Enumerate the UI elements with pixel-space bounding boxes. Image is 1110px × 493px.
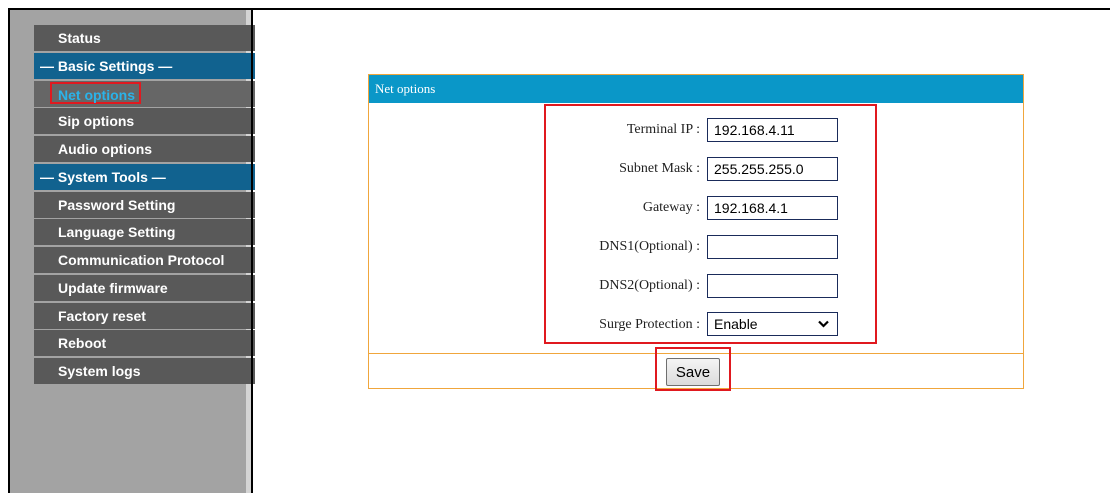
dns2-input[interactable] <box>707 274 838 298</box>
sidebar-item-label: Status <box>58 30 101 46</box>
sidebar-item-status[interactable]: Status <box>34 25 255 51</box>
sidebar-item-update-firmware[interactable]: Update firmware <box>34 274 255 301</box>
subnet-mask-label: Subnet Mask : <box>619 161 700 176</box>
surge-protection-value: Enable <box>714 316 758 332</box>
sidebar-item-label: Sip options <box>58 113 135 130</box>
sidebar-section-system-tools: — System Tools — <box>34 163 255 190</box>
sidebar-item-system-logs[interactable]: System logs <box>34 358 255 384</box>
save-button[interactable]: Save <box>666 358 720 386</box>
dns2-label: DNS2(Optional) : <box>599 278 700 293</box>
subnet-mask-input[interactable] <box>707 157 838 181</box>
sidebar-item-label-active: Net options <box>50 81 141 104</box>
sidebar-item-audio-options[interactable]: Audio options <box>34 136 255 162</box>
surge-protection-label: Surge Protection : <box>599 317 700 332</box>
sidebar-item-label: Factory reset <box>58 307 146 324</box>
sidebar-item-password-setting[interactable]: Password Setting <box>34 191 255 218</box>
sidebar-menu: Status — Basic Settings — Net options Si… <box>34 25 255 386</box>
sidebar-item-label: Password Setting <box>58 196 176 213</box>
dns1-input[interactable] <box>707 235 838 259</box>
sidebar-item-label: Communication Protocol <box>58 252 225 268</box>
sidebar-item-communication-protocol[interactable]: Communication Protocol <box>34 247 255 273</box>
gateway-input[interactable] <box>707 196 838 220</box>
dns1-label: DNS1(Optional) : <box>599 239 700 254</box>
sidebar-item-language-setting[interactable]: Language Setting <box>34 219 255 246</box>
sidebar-item-reboot[interactable]: Reboot <box>34 330 255 357</box>
sidebar-item-label: Update firmware <box>58 279 168 296</box>
chevron-down-icon <box>818 320 829 328</box>
terminal-ip-input[interactable] <box>707 118 838 142</box>
sidebar-item-label: Language Setting <box>58 224 176 241</box>
terminal-ip-label: Terminal IP : <box>626 122 700 137</box>
sidebar-section-label: — Basic Settings — <box>40 57 173 74</box>
sidebar-item-label: System logs <box>58 363 141 379</box>
sidebar-section-basic-settings: — Basic Settings — <box>34 52 255 79</box>
sidebar-section-label: — System Tools — <box>40 168 166 185</box>
sidebar-item-label: Audio options <box>58 141 153 157</box>
sidebar-item-net-options[interactable]: Net options <box>34 80 255 107</box>
gateway-label: Gateway : <box>642 200 700 215</box>
surge-protection-select[interactable]: Enable <box>707 312 838 336</box>
sidebar: Status — Basic Settings — Net options Si… <box>10 10 255 493</box>
panel-title: Net options <box>369 75 1023 103</box>
sidebar-item-label: Reboot <box>58 335 107 352</box>
sidebar-item-factory-reset[interactable]: Factory reset <box>34 302 255 329</box>
sidebar-item-sip-options[interactable]: Sip options <box>34 108 255 135</box>
frame-divider <box>251 8 253 493</box>
